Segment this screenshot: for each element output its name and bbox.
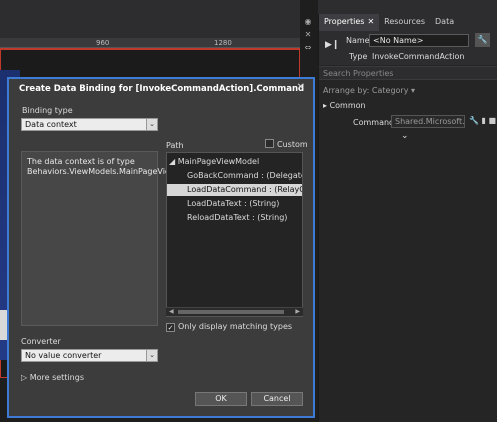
path-label: Path [166, 141, 184, 150]
dialog-title: Create Data Binding for [InvokeCommandAc… [19, 84, 305, 94]
close-icon[interactable]: ✕ [367, 17, 374, 26]
properties-body: ▶❙ Name <No Name> 🔧 Type InvokeCommandAc… [319, 31, 497, 422]
path-tree[interactable]: ◢ MainPageViewModel GoBackCommand : (Del… [166, 152, 303, 317]
expand-triangle-icon: ◢ [169, 157, 178, 166]
tree-root[interactable]: ◢ MainPageViewModel [167, 156, 302, 168]
command-value[interactable]: Shared.Microsoft... [391, 115, 465, 128]
name-input[interactable]: <No Name> [369, 34, 469, 47]
category-common[interactable]: ▸ Common [323, 101, 366, 110]
create-data-binding-dialog: Create Data Binding for [InvokeCommandAc… [7, 77, 315, 418]
behavior-icon: ▶❙ [325, 40, 340, 50]
custom-checkbox[interactable]: Custom [265, 139, 308, 149]
eye-icon[interactable]: ◉ [302, 17, 314, 27]
expand-triangle-icon: ▷ [21, 373, 30, 382]
tree-item[interactable]: ReloadDataText : (String) [167, 212, 302, 224]
wrench-icon[interactable]: 🔧 [475, 33, 490, 47]
arrange-by-dropdown[interactable]: Arrange by: Category ▾ [323, 86, 415, 95]
chevron-down-icon: ⌄ [146, 119, 157, 130]
collapse-icon[interactable]: ⇔ [302, 43, 314, 53]
tree-item[interactable]: GoBackCommand : (DelegateCom [167, 170, 302, 182]
type-label: Type [349, 52, 368, 61]
description-box: The data context is of type Behaviors.Vi… [21, 151, 203, 326]
tree-item-selected[interactable]: LoadDataCommand : (RelayComm [167, 184, 302, 196]
property-marker-icon[interactable]: ■ [488, 116, 496, 125]
designer-top-strip [0, 0, 300, 38]
close-icon[interactable]: ✕ [297, 82, 305, 93]
close-icon[interactable]: ✕ [302, 30, 314, 40]
binding-type-label: Binding type [22, 106, 73, 115]
converter-select[interactable]: No value converter ⌄ [21, 349, 158, 362]
search-properties-input[interactable]: Search Properties [319, 66, 497, 80]
tab-resources[interactable]: Resources [379, 14, 430, 31]
cancel-button[interactable]: Cancel [251, 392, 303, 406]
trash-icon[interactable]: ▮ [482, 116, 486, 125]
scroll-right-icon[interactable]: ▶ [295, 308, 300, 315]
properties-panel: Properties ✕ Resources Data ▶❙ Name <No N… [318, 14, 497, 422]
chevron-down-icon[interactable]: ⌄ [401, 131, 409, 141]
wrench-icon[interactable]: 🔧 [469, 116, 479, 125]
ok-button[interactable]: OK [195, 392, 247, 406]
ruler-mark: 1280 [214, 39, 232, 47]
horizontal-ruler: 960 1280 [0, 38, 300, 48]
scroll-thumb[interactable] [178, 310, 284, 314]
name-label: Name [346, 36, 370, 45]
binding-type-select[interactable]: Data context ⌄ [21, 118, 158, 131]
type-value: InvokeCommandAction [372, 52, 465, 61]
tree-item[interactable]: LoadDataText : (String) [167, 198, 302, 210]
checkmark-icon: ✓ [166, 323, 175, 332]
ruler-mark: 960 [96, 39, 110, 47]
tab-properties[interactable]: Properties ✕ [319, 14, 380, 31]
command-label: Command [353, 118, 395, 127]
panel-tabs: Properties ✕ Resources Data [319, 14, 497, 31]
checkbox-icon [265, 139, 274, 148]
horizontal-scrollbar[interactable]: ◀ ▶ [166, 307, 303, 316]
tab-data[interactable]: Data [430, 14, 459, 31]
only-matching-types-checkbox[interactable]: ✓ Only display matching types [166, 322, 292, 332]
scroll-left-icon[interactable]: ◀ [169, 308, 174, 315]
chevron-down-icon: ⌄ [146, 350, 157, 361]
designer-side-tools: ◉ ✕ ⇔ [300, 14, 316, 74]
converter-label: Converter [21, 337, 61, 346]
element-header: ▶❙ Name <No Name> 🔧 Type InvokeCommandAc… [319, 31, 497, 65]
more-settings-expander[interactable]: ▷ More settings [21, 373, 84, 382]
